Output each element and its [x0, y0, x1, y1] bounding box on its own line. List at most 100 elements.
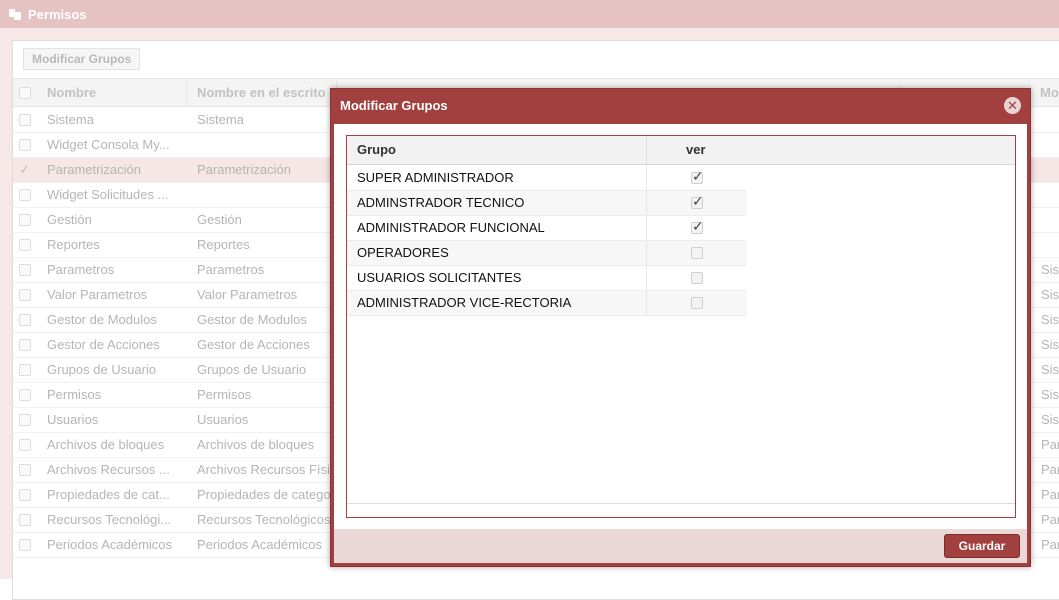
ver-cell [646, 266, 747, 290]
cell-escritorio: Archivos de bloques [197, 437, 315, 452]
row-checkbox[interactable] [19, 314, 31, 326]
cell-nombre: Widget Solicitudes ... [47, 187, 169, 202]
group-name: USUARIOS SOLICITANTES [357, 270, 522, 285]
ver-checkbox[interactable] [691, 247, 703, 259]
cell-nombre: Valor Parametros [47, 287, 148, 302]
cell-escritorio: Sistema [197, 112, 244, 127]
column-header-grupo[interactable]: Grupo [357, 136, 396, 164]
cell-nombre: Propiedades de cat... [47, 487, 170, 502]
cell-escritorio: Gestor de Modulos [197, 312, 307, 327]
row-checkbox[interactable] [19, 514, 31, 526]
cell-modulo: Sis [1041, 287, 1059, 302]
ver-checkbox[interactable] [691, 297, 703, 309]
permissions-icon [8, 7, 22, 21]
row-checkbox[interactable] [19, 264, 31, 276]
row-checkbox[interactable] [19, 189, 31, 201]
cell-nombre: Widget Consola My... [47, 137, 170, 152]
row-checkbox[interactable] [19, 289, 31, 301]
ver-cell: ✓ [646, 216, 747, 240]
group-name: ADMINISTRADOR VICE-RECTORIA [357, 295, 572, 310]
row-checkbox[interactable] [19, 389, 31, 401]
row-checkbox[interactable] [19, 214, 31, 226]
cell-escritorio: Reportes [197, 237, 250, 252]
ver-checkbox[interactable]: ✓ [691, 218, 704, 234]
ver-checkbox[interactable] [691, 272, 703, 284]
dialog-footer: Guardar [334, 529, 1027, 563]
close-icon[interactable]: ✕ [1004, 97, 1021, 114]
cell-nombre: Grupos de Usuario [47, 362, 157, 377]
window-header: Permisos [0, 0, 1059, 28]
ver-cell [646, 291, 747, 315]
save-button[interactable]: Guardar [944, 534, 1020, 558]
select-all-checkbox[interactable] [19, 87, 31, 99]
ver-cell: ✓ [646, 191, 747, 215]
cell-nombre: Parametrización [47, 162, 141, 177]
row-checkbox[interactable] [19, 489, 31, 501]
row-checkbox[interactable] [19, 114, 31, 126]
cell-escritorio: Usuarios [197, 412, 249, 427]
modify-groups-button[interactable]: Modificar Grupos [23, 48, 141, 70]
cell-escritorio: Recursos Tecnológicos [197, 512, 331, 527]
groups-grid: Grupo ver SUPER ADMINISTRADOR ✓ ADMINSTRAD… [346, 135, 1016, 518]
cell-nombre: Periodos Académicos [47, 537, 173, 552]
check-icon[interactable]: ✓ [19, 163, 30, 176]
cell-escritorio: Gestión [197, 212, 242, 227]
cell-modulo: Sis [1041, 387, 1059, 402]
cell-nombre: Permisos [47, 387, 102, 402]
column-header-ver[interactable]: ver [686, 136, 706, 164]
list-item[interactable]: OPERADORES [347, 241, 747, 266]
ver-cell [646, 241, 747, 265]
cell-modulo: Sis [1041, 312, 1059, 327]
group-name: SUPER ADMINISTRADOR [357, 170, 514, 185]
cell-escritorio [197, 183, 347, 207]
cell-escritorio: Gestor de Acciones [197, 337, 310, 352]
cell-escritorio: Valor Parametros [197, 287, 298, 302]
column-header-nombre[interactable]: Nombre [37, 79, 187, 107]
row-checkbox[interactable] [19, 439, 31, 451]
cell-nombre: Reportes [47, 237, 100, 252]
cell-modulo [1041, 108, 1059, 132]
column-header-modulo[interactable]: Mo [1030, 79, 1059, 107]
group-name: ADMINISTRADOR FUNCIONAL [357, 220, 545, 235]
cell-modulo: Par [1041, 487, 1059, 502]
row-checkbox[interactable] [19, 464, 31, 476]
list-item[interactable]: ADMINISTRADOR VICE-RECTORIA [347, 291, 747, 316]
column-header-escritorio[interactable]: Nombre en el escrito [187, 79, 337, 107]
row-checkbox[interactable] [19, 339, 31, 351]
cell-modulo: Sis [1041, 412, 1059, 427]
cell-modulo [1041, 208, 1059, 232]
cell-nombre: Archivos Recursos ... [47, 462, 170, 477]
row-checkbox[interactable] [19, 239, 31, 251]
list-item[interactable]: ADMINISTRADOR FUNCIONAL ✓ [347, 216, 747, 241]
row-checkbox[interactable] [19, 414, 31, 426]
ver-checkbox[interactable]: ✓ [691, 168, 704, 184]
cell-modulo: Sis [1041, 362, 1059, 377]
dialog-body: Grupo ver SUPER ADMINISTRADOR ✓ ADMINSTRAD… [334, 124, 1027, 529]
cell-escritorio: Grupos de Usuario [197, 362, 307, 377]
row-checkbox[interactable] [19, 539, 31, 551]
group-name: ADMINSTRADOR TECNICO [357, 195, 525, 210]
cell-escritorio: Propiedades de catego [197, 487, 331, 502]
row-checkbox[interactable] [19, 139, 31, 151]
check-icon: ✓ [692, 218, 704, 234]
cell-modulo [1041, 183, 1059, 207]
cell-modulo: Par [1041, 512, 1059, 527]
dialog-title: Modificar Grupos [340, 98, 448, 113]
modify-groups-dialog: Modificar Grupos ✕ Grupo ver SUPER ADMIN… [330, 88, 1031, 567]
cell-modulo: Par [1041, 537, 1059, 552]
list-item[interactable]: USUARIOS SOLICITANTES [347, 266, 747, 291]
ver-checkbox[interactable]: ✓ [691, 194, 704, 209]
list-item[interactable]: ADMINSTRADOR TECNICO ✓ [347, 191, 747, 216]
cell-nombre: Gestor de Acciones [47, 337, 160, 352]
cell-escritorio [197, 133, 347, 157]
cell-nombre: Recursos Tecnológi... [47, 512, 172, 527]
row-checkbox[interactable] [19, 364, 31, 376]
cell-escritorio: Periodos Académicos [197, 537, 323, 552]
cell-modulo [1041, 233, 1059, 257]
cell-nombre: Gestor de Modulos [47, 312, 157, 327]
check-icon: ✓ [692, 168, 704, 184]
list-item[interactable]: SUPER ADMINISTRADOR ✓ [347, 166, 747, 191]
group-name: OPERADORES [357, 245, 449, 260]
cell-nombre: Archivos de bloques [47, 437, 165, 452]
cell-escritorio: Parametrización [197, 162, 291, 177]
